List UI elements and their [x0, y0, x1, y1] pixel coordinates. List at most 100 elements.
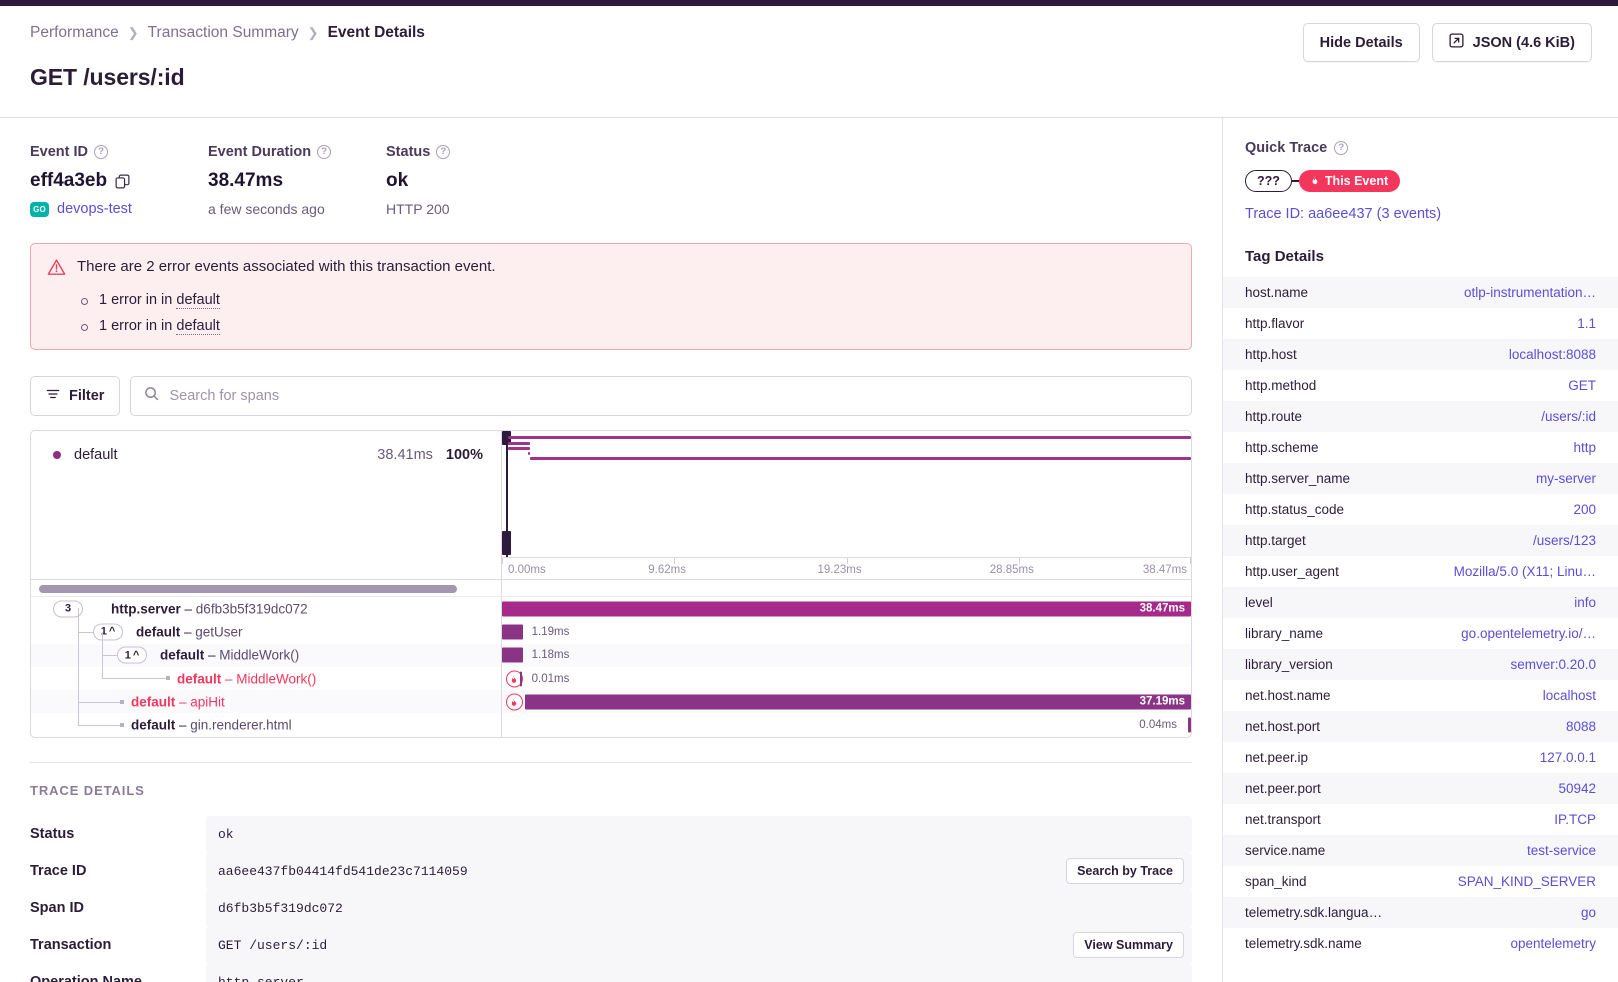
- tag-value[interactable]: GET: [1568, 378, 1596, 393]
- minimap-duration: 38.41ms: [377, 447, 433, 463]
- table-row[interactable]: default – gin.renderer.html 0.04ms: [31, 713, 1191, 736]
- span-bar[interactable]: 38.47ms: [502, 601, 1191, 616]
- span-children-badge[interactable]: 1^: [117, 647, 147, 664]
- axis-tick: [502, 558, 503, 564]
- page-body: Event ID ? eff4a3eb GO: [0, 118, 1618, 982]
- span-op: default: [177, 671, 221, 686]
- error-flame-icon[interactable]: [506, 693, 523, 710]
- hide-details-button[interactable]: Hide Details: [1303, 23, 1420, 62]
- trace-details-title: TRACE DETAILS: [30, 783, 1192, 798]
- tag-value[interactable]: my-server: [1536, 471, 1596, 486]
- quick-trace-pills: ??? This Event: [1245, 170, 1618, 192]
- error-item-link[interactable]: default: [176, 318, 220, 335]
- list-item: 1 error in in default: [81, 292, 1175, 308]
- tag-key: http.target: [1245, 533, 1306, 548]
- tag-key: http.route: [1245, 409, 1302, 424]
- span-row-label-cell: 3 http.server – d6fb3b5f319dc072: [31, 597, 501, 620]
- minimap-right[interactable]: 0.00ms 9.62ms 19.23ms 28.85ms 38.47ms: [501, 431, 1191, 579]
- copy-icon[interactable]: [115, 174, 130, 189]
- span-bar[interactable]: [502, 648, 523, 663]
- tag-key: net.host.name: [1245, 688, 1331, 703]
- tag-value[interactable]: IP.TCP: [1554, 812, 1596, 827]
- trace-id-link[interactable]: Trace ID: aa6ee437 (3 events): [1245, 206, 1596, 222]
- table-row: http.flavor1.1: [1223, 308, 1618, 339]
- minimap-percent: 100%: [446, 447, 483, 463]
- span-search-box[interactable]: [130, 376, 1192, 416]
- span-row-title: default – getUser: [136, 624, 243, 639]
- span-bar[interactable]: [502, 624, 523, 639]
- table-row[interactable]: default – apiHit 37.19ms: [31, 690, 1191, 713]
- span-bar[interactable]: 37.19ms: [525, 694, 1191, 709]
- span-bar[interactable]: [1188, 718, 1191, 733]
- horizontal-scrollbar[interactable]: [31, 580, 501, 596]
- table-row: library_namego.opentelemetry.io/…: [1223, 618, 1618, 649]
- tag-value[interactable]: 127.0.0.1: [1540, 750, 1596, 765]
- tag-value[interactable]: /users/:id: [1541, 409, 1596, 424]
- tag-value[interactable]: opentelemetry: [1510, 936, 1596, 951]
- span-op: default: [131, 718, 175, 733]
- help-icon[interactable]: ?: [436, 145, 450, 159]
- tag-value[interactable]: localhost: [1543, 688, 1596, 703]
- tag-value[interactable]: 50942: [1558, 781, 1596, 796]
- tree-connector: [102, 632, 103, 656]
- table-row[interactable]: 3 http.server – d6fb3b5f319dc072 38.47ms: [31, 597, 1191, 620]
- help-icon[interactable]: ?: [94, 145, 108, 159]
- error-item-link[interactable]: default: [176, 292, 220, 309]
- chevron-up-icon: ^: [109, 626, 115, 638]
- view-summary-button[interactable]: View Summary: [1073, 932, 1184, 958]
- tag-value[interactable]: info: [1574, 595, 1596, 610]
- tree-connector: [78, 608, 79, 632]
- tag-details-table: host.nameotlp-instrumentation… http.flav…: [1223, 277, 1618, 959]
- table-row: telemetry.sdk.langua…go: [1223, 897, 1618, 928]
- tree-leaf-marker: [166, 676, 170, 680]
- tag-value[interactable]: 8088: [1566, 719, 1596, 734]
- tag-value[interactable]: test-service: [1527, 843, 1596, 858]
- span-duration-label: 1.19ms: [532, 626, 570, 638]
- tag-value[interactable]: 1.1: [1577, 316, 1596, 331]
- tag-value[interactable]: /users/123: [1533, 533, 1596, 548]
- search-input[interactable]: [169, 388, 1178, 404]
- span-children-badge[interactable]: 1^: [93, 623, 123, 640]
- search-by-trace-button[interactable]: Search by Trace: [1066, 858, 1184, 884]
- help-icon[interactable]: ?: [1334, 141, 1348, 155]
- project-link[interactable]: devops-test: [57, 201, 132, 217]
- event-duration-label-row: Event Duration ?: [208, 144, 386, 160]
- table-row[interactable]: default – MiddleWork() 0.01ms: [31, 667, 1191, 690]
- tag-value[interactable]: otlp-instrumentation…: [1464, 285, 1596, 300]
- breadcrumb-item-transaction-summary[interactable]: Transaction Summary: [148, 24, 299, 42]
- tag-value[interactable]: 200: [1573, 502, 1596, 517]
- json-label: JSON (4.6 KiB): [1473, 35, 1575, 51]
- help-icon[interactable]: ?: [317, 145, 331, 159]
- tag-value[interactable]: semver:0.20.0: [1510, 657, 1596, 672]
- status-label: Status: [386, 144, 430, 160]
- tag-value[interactable]: SPAN_KIND_SERVER: [1458, 874, 1596, 889]
- sidebar: Quick Trace ? ??? This Event Trace ID: a…: [1222, 118, 1618, 982]
- span-row-bar-cell: 0.04ms: [501, 713, 1191, 736]
- tag-value[interactable]: http: [1573, 440, 1596, 455]
- span-row-title: default – apiHit: [131, 694, 225, 709]
- scrollbar-thumb[interactable]: [39, 585, 457, 593]
- span-color-dot-icon: [53, 451, 61, 459]
- tag-value[interactable]: localhost:8088: [1509, 347, 1596, 362]
- filter-button[interactable]: Filter: [30, 376, 120, 416]
- span-row-bar-cell: 37.19ms: [501, 690, 1191, 713]
- minimap-window-edge: [506, 435, 508, 557]
- quick-trace-this-event-pill[interactable]: This Event: [1299, 170, 1400, 192]
- span-scrollbar-row: [31, 579, 1191, 597]
- tag-key: telemetry.sdk.name: [1245, 936, 1362, 951]
- event-meta-row: Event ID ? eff4a3eb GO: [0, 118, 1222, 217]
- status-block: Status ? ok HTTP 200: [386, 144, 450, 217]
- go-platform-icon: GO: [30, 202, 49, 217]
- tag-value[interactable]: go: [1581, 905, 1596, 920]
- table-row[interactable]: 1^ default – getUser 1.19ms: [31, 620, 1191, 643]
- quick-trace-unknown-pill[interactable]: ???: [1245, 170, 1292, 192]
- span-duration-label: 1.18ms: [532, 649, 570, 661]
- tag-value[interactable]: Mozilla/5.0 (X11; Linu…: [1454, 564, 1596, 579]
- span-bar[interactable]: [520, 671, 522, 686]
- json-button[interactable]: JSON (4.6 KiB): [1432, 23, 1592, 62]
- event-id-value: eff4a3eb: [30, 170, 107, 192]
- table-row[interactable]: 1^ default – MiddleWork() 1.18ms: [31, 644, 1191, 667]
- breadcrumb-item-performance[interactable]: Performance: [30, 24, 119, 42]
- table-row: net.peer.ip127.0.0.1: [1223, 742, 1618, 773]
- tag-value[interactable]: go.opentelemetry.io/…: [1461, 626, 1596, 641]
